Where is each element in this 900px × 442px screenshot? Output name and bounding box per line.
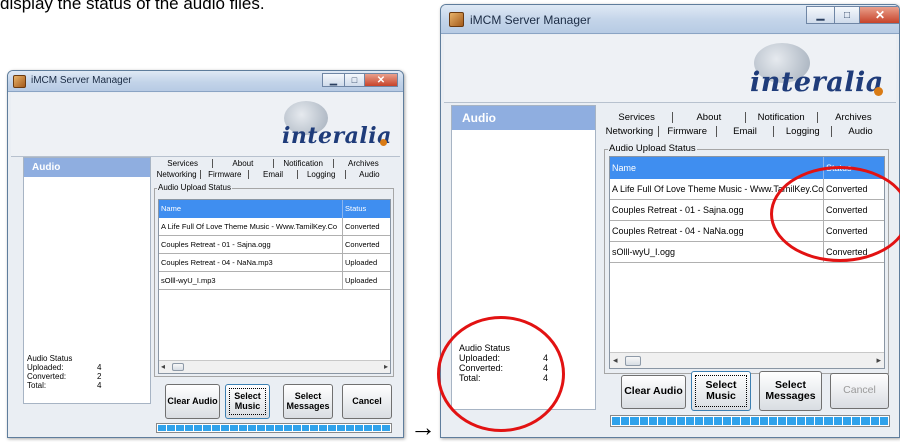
row-status: Uploaded bbox=[342, 272, 390, 289]
converted-highlight-ellipse bbox=[770, 166, 900, 262]
tab-notification[interactable]: Notification bbox=[274, 159, 334, 168]
row-name: Couples Retreat - 01 - Sajna.ogg bbox=[161, 240, 271, 249]
clear-audio-button[interactable]: Clear Audio bbox=[165, 384, 220, 419]
column-name[interactable]: Name bbox=[159, 200, 342, 218]
status-highlight-ellipse bbox=[437, 316, 565, 432]
tab-firmware[interactable]: Firmware bbox=[201, 170, 250, 179]
converted-value: 2 bbox=[97, 372, 102, 381]
upload-progress-bar bbox=[610, 415, 890, 427]
tab-networking[interactable]: Networking bbox=[601, 126, 659, 137]
select-music-button[interactable]: Select Music bbox=[691, 371, 751, 411]
window-title: iMCM Server Manager bbox=[470, 13, 591, 27]
scroll-right-icon[interactable]: ▸ bbox=[876, 355, 881, 366]
horizontal-scrollbar[interactable]: ◂ ▸ bbox=[159, 360, 390, 373]
cancel-button[interactable]: Cancel bbox=[830, 373, 889, 409]
row-name: Couples Retreat - 04 - NaNa.mp3 bbox=[161, 258, 273, 267]
banner: interalia bbox=[11, 93, 400, 157]
tab-notification[interactable]: Notification bbox=[746, 112, 818, 123]
column-status[interactable]: Status bbox=[342, 200, 390, 218]
scroll-thumb[interactable] bbox=[625, 356, 641, 366]
interalia-logo: interalia bbox=[740, 41, 890, 99]
horizontal-scrollbar[interactable]: ◂ ▸ bbox=[610, 352, 884, 368]
group-label: Audio Upload Status bbox=[608, 143, 697, 154]
column-name[interactable]: Name bbox=[610, 157, 823, 179]
tab-logging[interactable]: Logging bbox=[298, 170, 346, 179]
total-value: 4 bbox=[97, 381, 102, 390]
transition-arrow-icon: → bbox=[410, 412, 436, 442]
audio-status: Audio Status Uploaded: 4 Converted: 2 Tota… bbox=[27, 354, 101, 390]
tab-networking[interactable]: Networking bbox=[153, 170, 202, 179]
total-label: Total: bbox=[27, 381, 47, 390]
cancel-button[interactable]: Cancel bbox=[342, 384, 392, 419]
uploaded-label: Uploaded: bbox=[27, 363, 64, 372]
maximize-button[interactable]: □ bbox=[834, 6, 859, 24]
tab-email[interactable]: Email bbox=[249, 170, 298, 179]
tab-strip: Services About Notification Archives Net… bbox=[601, 109, 889, 141]
table-row[interactable]: A Life Full Of Love Theme Music - Www.Ta… bbox=[159, 218, 390, 236]
panel-title: Audio bbox=[452, 106, 595, 130]
title-bar[interactable]: iMCM Server Manager ▁ □ ✕ bbox=[441, 5, 899, 34]
minimize-button[interactable]: ▁ bbox=[322, 73, 344, 87]
select-messages-button[interactable]: Select Messages bbox=[759, 371, 822, 411]
minimize-button[interactable]: ▁ bbox=[806, 6, 834, 24]
tab-services[interactable]: Services bbox=[153, 159, 214, 168]
row-status: Converted bbox=[342, 218, 390, 235]
scroll-left-icon[interactable]: ◂ bbox=[161, 362, 165, 371]
tab-about[interactable]: About bbox=[673, 112, 746, 123]
table-row[interactable]: Couples Retreat - 04 - NaNa.mp3 Uploaded bbox=[159, 254, 390, 272]
converted-label: Converted: bbox=[27, 372, 67, 381]
logo-text: interalia bbox=[282, 123, 392, 149]
tab-archives[interactable]: Archives bbox=[818, 112, 889, 123]
banner: interalia bbox=[444, 35, 896, 103]
app-icon bbox=[449, 12, 464, 27]
uploaded-value: 4 bbox=[97, 363, 102, 372]
interalia-logo: interalia bbox=[274, 99, 394, 151]
row-name: sOlll-wyU_I.mp3 bbox=[161, 276, 216, 285]
panel-title: Audio bbox=[24, 158, 150, 177]
audio-upload-status-group: Audio Upload Status Name Status A Life F… bbox=[154, 183, 394, 377]
window-title: iMCM Server Manager bbox=[31, 75, 132, 86]
group-label: Audio Upload Status bbox=[157, 183, 232, 192]
table-row[interactable]: sOlll-wyU_I.mp3 Uploaded bbox=[159, 272, 390, 290]
logo-dot-icon bbox=[380, 139, 387, 146]
server-manager-window-before: iMCM Server Manager ▁ □ ✕ interalia Audi… bbox=[7, 70, 404, 438]
tab-logging[interactable]: Logging bbox=[774, 126, 833, 137]
title-bar[interactable]: iMCM Server Manager ▁ □ ✕ bbox=[8, 71, 403, 92]
caption-text: display the status of the audio files. bbox=[0, 0, 265, 13]
tab-archives[interactable]: Archives bbox=[334, 159, 393, 168]
scroll-left-icon[interactable]: ◂ bbox=[613, 355, 618, 366]
clear-audio-button[interactable]: Clear Audio bbox=[621, 375, 686, 409]
tab-services[interactable]: Services bbox=[601, 112, 674, 123]
scroll-thumb[interactable] bbox=[172, 363, 184, 371]
close-button[interactable]: ✕ bbox=[364, 73, 398, 87]
tab-firmware[interactable]: Firmware bbox=[659, 126, 717, 137]
row-status: Converted bbox=[342, 236, 390, 253]
tab-about[interactable]: About bbox=[213, 159, 274, 168]
audio-status-title: Audio Status bbox=[27, 354, 73, 363]
audio-side-panel: Audio Audio Status Uploaded: 4 Converted:… bbox=[23, 157, 151, 404]
audio-list[interactable]: Name Status A Life Full Of Love Theme Mu… bbox=[158, 199, 391, 374]
maximize-button[interactable]: □ bbox=[344, 73, 364, 87]
select-music-button[interactable]: Select Music bbox=[225, 384, 270, 419]
upload-progress-bar bbox=[156, 423, 392, 433]
app-icon bbox=[13, 75, 26, 88]
logo-dot-icon bbox=[874, 87, 883, 96]
tab-strip: Services About Notification Archives Net… bbox=[153, 157, 393, 183]
tab-audio[interactable]: Audio bbox=[346, 170, 393, 179]
row-name: A Life Full Of Love Theme Music - Www.Ta… bbox=[161, 222, 338, 231]
close-button[interactable]: ✕ bbox=[859, 6, 899, 24]
tab-email[interactable]: Email bbox=[717, 126, 775, 137]
logo-text: interalia bbox=[750, 67, 884, 98]
tab-audio[interactable]: Audio bbox=[832, 126, 889, 137]
scroll-right-icon[interactable]: ▸ bbox=[384, 362, 388, 371]
select-messages-button[interactable]: Select Messages bbox=[283, 384, 333, 419]
row-status: Uploaded bbox=[342, 254, 390, 271]
table-row[interactable]: Couples Retreat - 01 - Sajna.ogg Convert… bbox=[159, 236, 390, 254]
